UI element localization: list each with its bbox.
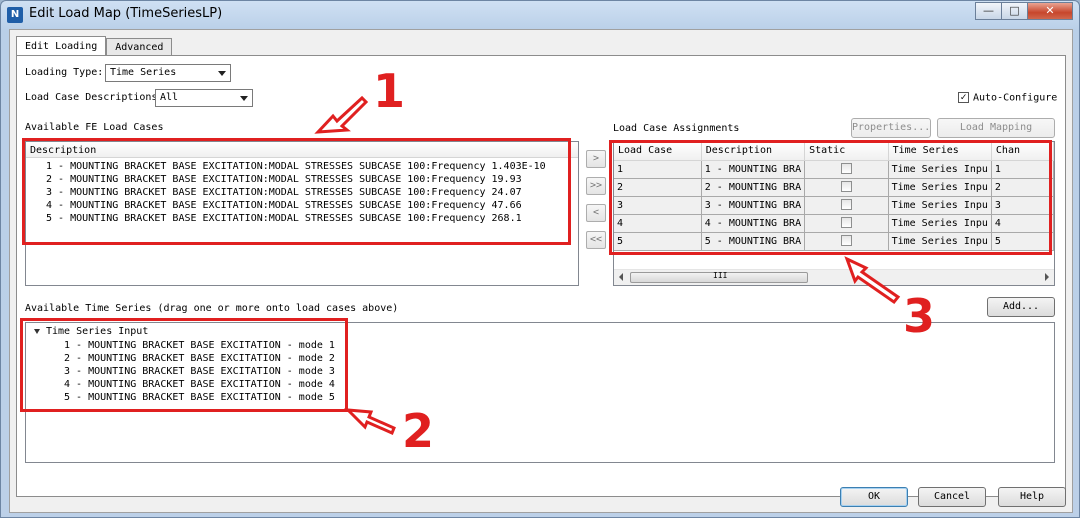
annotation-arrow-2	[344, 408, 396, 435]
annotation-number-3: 3	[903, 289, 936, 343]
annotation-number-1: 1	[373, 64, 406, 118]
annotation-arrows	[314, 95, 901, 435]
annotation-arrow-1	[314, 95, 369, 134]
annotation-number-2: 2	[402, 404, 435, 458]
annotation-arrow-3	[844, 256, 901, 305]
